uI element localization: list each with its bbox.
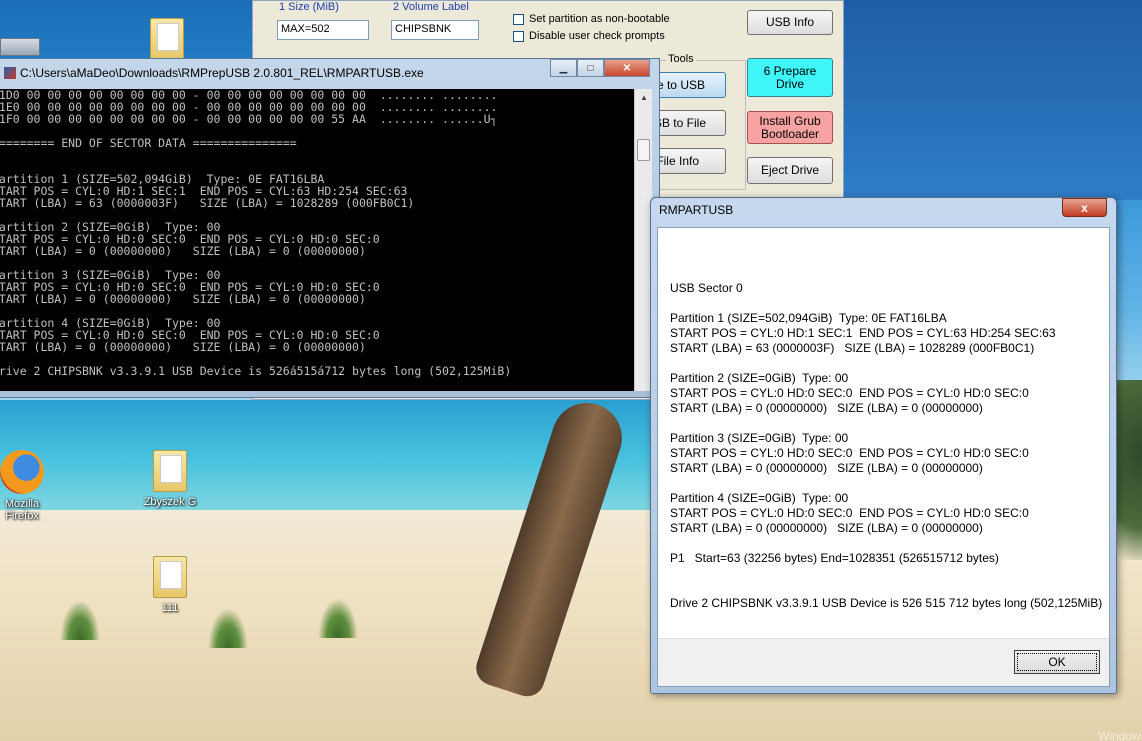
console-output[interactable]: 01D0 00 00 00 00 00 00 00 00 - 00 00 00 … <box>0 89 634 391</box>
close-icon[interactable]: ✕ <box>604 59 650 77</box>
rmpartusb-dialog: RMPARTUSB x USB Sector 0 Partition 1 (SIZ… <box>650 197 1117 694</box>
dialog-message-line: START (LBA) = 63 (0000003F) SIZE (LBA) =… <box>670 341 1035 355</box>
windows-watermark: Windows <box>1098 729 1142 741</box>
eject-drive-button[interactable]: Eject Drive <box>747 157 833 184</box>
dialog-footer: OK <box>658 638 1109 686</box>
console-line: Drive 2 CHIPSBNK v3.3.9.1 USB Device is … <box>0 364 512 378</box>
console-line: 01F0 00 00 00 00 00 00 00 00 - 00 00 00 … <box>0 112 498 126</box>
install-grub-button[interactable]: Install Grub Bootloader <box>747 111 833 144</box>
volume-label: 2 Volume Label <box>393 1 469 13</box>
desktop-icon-zbyszek[interactable]: Zbyszek G <box>130 450 210 508</box>
ok-button[interactable]: OK <box>1014 650 1100 674</box>
dialog-message-line: START (LBA) = 0 (00000000) SIZE (LBA) = … <box>670 521 983 535</box>
console-line: START (LBA) = 0 (00000000) SIZE (LBA) = … <box>0 340 366 354</box>
dialog-message-line <box>670 566 1102 581</box>
desktop-icon-label: 111 <box>161 602 179 614</box>
console-title: C:\Users\aMaDeo\Downloads\RMPrepUSB 2.0.… <box>20 66 424 80</box>
dialog-message-line <box>670 356 1102 371</box>
dialog-message-line: USB Sector 0 <box>670 281 743 295</box>
scrollbar-thumb[interactable] <box>637 139 650 161</box>
disable-prompts-label: Disable user check prompts <box>529 30 665 42</box>
dialog-message-line: START POS = CYL:0 HD:1 SEC:1 END POS = C… <box>670 326 1056 340</box>
folder-icon[interactable] <box>150 18 184 60</box>
checkbox-box[interactable] <box>513 30 524 42</box>
dialog-message: USB Sector 0 Partition 1 (SIZE=502,094GiB… <box>670 266 1102 611</box>
dialog-message-line <box>670 266 1102 281</box>
tools-group-label: Tools <box>666 53 696 65</box>
minimize-icon[interactable]: ▁ <box>550 59 577 77</box>
dialog-message-line: Partition 1 (SIZE=502,094GiB) Type: 0E F… <box>670 311 947 325</box>
disable-prompts-checkbox[interactable]: Disable user check prompts <box>513 30 665 42</box>
size-label: 1 Size (MiB) <box>279 1 339 13</box>
dialog-message-line <box>670 476 1102 491</box>
close-icon[interactable]: x <box>1062 198 1107 217</box>
console-window: C:\Users\aMaDeo\Downloads\RMPrepUSB 2.0.… <box>0 58 660 398</box>
console-line: START (LBA) = 0 (00000000) SIZE (LBA) = … <box>0 292 366 306</box>
dialog-message-line: START POS = CYL:0 HD:0 SEC:0 END POS = C… <box>670 506 1029 520</box>
dialog-client-area: USB Sector 0 Partition 1 (SIZE=502,094GiB… <box>657 227 1110 687</box>
dialog-message-line: Partition 4 (SIZE=0GiB) Type: 00 <box>670 491 849 505</box>
folder-icon <box>153 556 187 598</box>
beach-plant <box>318 598 358 638</box>
desktop-icon-label: Zbyszek G <box>143 496 197 508</box>
file-info-button[interactable]: File Info <box>650 148 726 174</box>
dialog-message-line: Drive 2 CHIPSBNK v3.3.9.1 USB Device is … <box>670 596 1103 610</box>
dialog-message-line: Partition 3 (SIZE=0GiB) Type: 00 <box>670 431 849 445</box>
desktop-icon-firefox[interactable]: Mozilla Firefox <box>0 450 62 522</box>
nonbootable-label: Set partition as non-bootable <box>529 13 670 25</box>
scroll-up-icon[interactable]: ▲ <box>635 89 653 106</box>
folder-icon <box>153 450 187 492</box>
console-line: ========= END OF SECTOR DATA ===========… <box>0 136 297 150</box>
desktop-sky <box>844 0 1142 200</box>
maximize-icon[interactable]: □ <box>577 59 604 77</box>
dialog-message-line: START (LBA) = 0 (00000000) SIZE (LBA) = … <box>670 461 983 475</box>
desktop-icon-label: Mozilla <box>4 498 40 510</box>
network-icon[interactable] <box>0 38 40 56</box>
beach-plant <box>208 608 248 648</box>
size-input[interactable]: MAX=502 <box>277 20 369 40</box>
nonbootable-checkbox[interactable]: Set partition as non-bootable <box>513 13 670 25</box>
console-app-icon <box>4 67 16 79</box>
prepare-drive-button[interactable]: 6 Prepare Drive <box>747 58 833 97</box>
beach-plant <box>60 600 100 640</box>
file-to-usb-button[interactable]: le to USB <box>650 72 726 98</box>
dialog-message-line <box>670 296 1102 311</box>
checkbox-box[interactable] <box>513 13 524 25</box>
dialog-message-line: START POS = CYL:0 HD:0 SEC:0 END POS = C… <box>670 446 1029 460</box>
dialog-message-line <box>670 536 1102 551</box>
dialog-message-line: Partition 2 (SIZE=0GiB) Type: 00 <box>670 371 849 385</box>
dialog-message-line: START POS = CYL:0 HD:0 SEC:0 END POS = C… <box>670 386 1029 400</box>
desktop-icon-label: Firefox <box>5 510 39 522</box>
console-window-controls: ▁ □ ✕ <box>550 59 650 77</box>
firefox-icon <box>0 450 44 494</box>
dialog-message-line: P1 Start=63 (32256 bytes) End=1028351 (5… <box>670 551 999 565</box>
dialog-message-line <box>670 581 1102 596</box>
usb-info-button[interactable]: USB Info <box>747 10 833 35</box>
console-line: START (LBA) = 0 (00000000) SIZE (LBA) = … <box>0 244 366 258</box>
usb-to-file-button[interactable]: SB to File <box>650 110 726 136</box>
dialog-title: RMPARTUSB <box>659 203 734 217</box>
dialog-message-line <box>670 416 1102 431</box>
console-line: START (LBA) = 63 (0000003F) SIZE (LBA) =… <box>0 196 415 210</box>
dialog-message-line: START (LBA) = 0 (00000000) SIZE (LBA) = … <box>670 401 983 415</box>
volume-input[interactable]: CHIPSBNK <box>391 20 479 40</box>
desktop-icon-111[interactable]: 111 <box>130 556 210 614</box>
